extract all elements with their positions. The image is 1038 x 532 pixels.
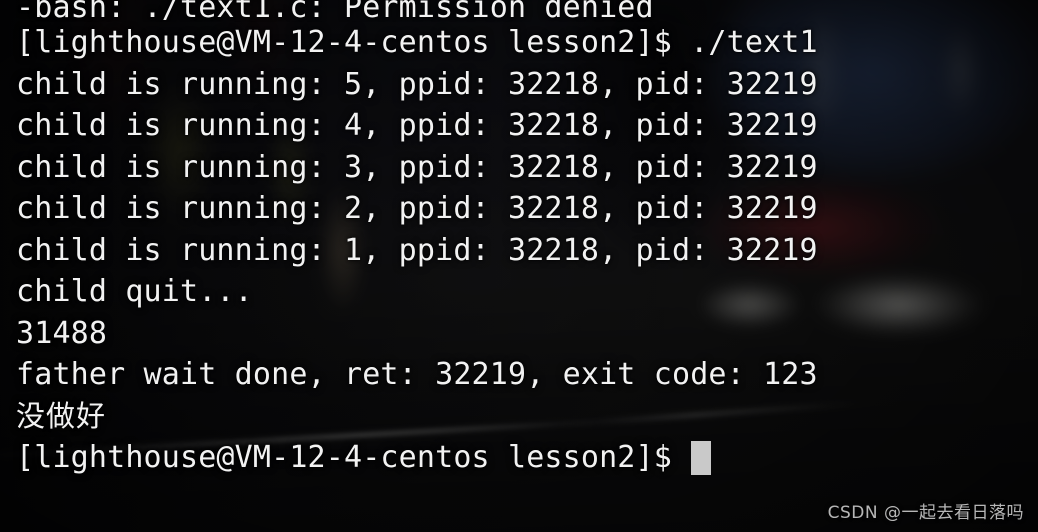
terminal-line: 31488: [16, 315, 108, 351]
terminal-line-command: [lighthouse@VM-12-4-centos lesson2]$ ./t…: [16, 25, 818, 60]
terminal-prompt-line[interactable]: [lighthouse@VM-12-4-centos lesson2]$: [16, 437, 1038, 479]
terminal-line: child quit...: [16, 274, 253, 309]
terminal-line: child is running: 4, ppid: 32218, pid: 3…: [16, 108, 818, 143]
csdn-watermark: CSDN @一起去看日落吗: [827, 503, 1024, 523]
terminal-line: child is running: 2, ppid: 32218, pid: 3…: [16, 191, 818, 226]
terminal-window[interactable]: -bash: ./text1.c: Permission denied [lig…: [0, 0, 1038, 532]
terminal-line: child is running: 1, ppid: 32218, pid: 3…: [16, 232, 818, 268]
terminal-line: 没做好: [16, 398, 107, 433]
terminal-output-area[interactable]: -bash: ./text1.c: Permission denied [lig…: [0, 0, 1038, 532]
terminal-line: -bash: ./text1.c: Permission denied: [16, 0, 654, 22]
terminal-line: child is running: 5, ppid: 32218, pid: 3…: [16, 66, 818, 102]
block-cursor-icon: [690, 440, 711, 475]
shell-prompt: [lighthouse@VM-12-4-centos lesson2]$: [16, 440, 672, 475]
terminal-line: child is running: 3, ppid: 32218, pid: 3…: [16, 149, 818, 185]
terminal-line: father wait done, ret: 32219, exit code:…: [16, 357, 818, 392]
